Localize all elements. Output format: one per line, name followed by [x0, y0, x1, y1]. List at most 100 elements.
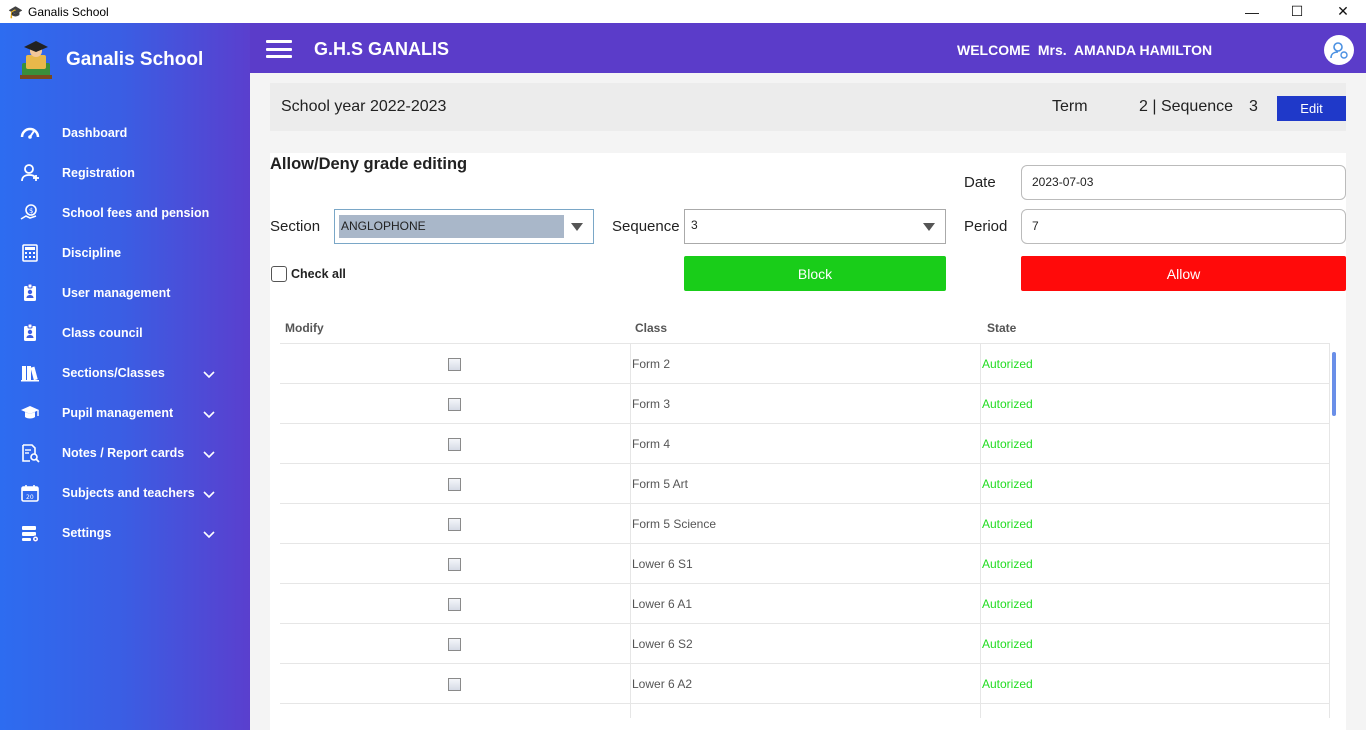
dropdown-arrow-icon: [923, 223, 935, 231]
sidebar-item-notes-report-cards[interactable]: Notes / Report cards: [0, 433, 250, 473]
row-checkbox[interactable]: [448, 678, 461, 691]
table-scrollbar[interactable]: [1332, 352, 1336, 416]
sidebar: Ganalis School Dashboard Registration $ …: [0, 23, 250, 730]
minimize-button[interactable]: —: [1229, 0, 1275, 23]
money-hand-icon: $: [20, 203, 40, 223]
window-title: Ganalis School: [28, 4, 109, 19]
allow-button[interactable]: Allow: [1021, 256, 1346, 291]
close-button[interactable]: ✕: [1320, 0, 1366, 23]
table-row: Lower 6 S2 Autorized: [280, 623, 1330, 664]
state-text: Autorized: [982, 517, 1033, 531]
table-row: Form 5 Science Autorized: [280, 503, 1330, 544]
topbar: G.H.S GANALIS WELCOME Mrs. AMANDA HAMILT…: [250, 23, 1366, 73]
period-label: Period: [964, 218, 1008, 235]
report-search-icon: [20, 443, 40, 463]
class-name: Form 5 Science: [632, 517, 717, 531]
section-selected-value: ANGLOPHONE: [339, 215, 564, 238]
class-name: Lower 6 A2: [632, 677, 693, 691]
sidebar-item-label: Discipline: [62, 246, 122, 260]
user-avatar-icon[interactable]: [1324, 35, 1354, 65]
sidebar-item-sections-classes[interactable]: Sections/Classes: [0, 353, 250, 393]
class-name: Lower 6 S2: [632, 637, 693, 651]
sidebar-item-label: Subjects and teachers: [62, 486, 195, 500]
table-row: Lower 6 S1 Autorized: [280, 543, 1330, 584]
graduation-cap-icon: [20, 403, 40, 423]
date-field[interactable]: 2023-07-03: [1021, 165, 1346, 200]
classes-table: Form 2 Autorized Form 3 Autorized Form 4…: [280, 343, 1330, 718]
column-header-modify[interactable]: Modify: [285, 321, 324, 335]
sequence-select[interactable]: 3: [684, 209, 946, 244]
sequence-label: Sequence: [612, 218, 680, 235]
books-icon: [20, 363, 40, 383]
state-text: Autorized: [982, 637, 1033, 651]
sidebar-item-label: Pupil management: [62, 406, 174, 420]
class-name: Form 3: [632, 397, 671, 411]
state-text: Autorized: [982, 677, 1033, 691]
table-row-partial: [280, 703, 1330, 718]
row-checkbox[interactable]: [448, 438, 461, 451]
period-field[interactable]: 7: [1021, 209, 1346, 244]
table-row: Form 4 Autorized: [280, 423, 1330, 464]
chevron-down-icon[interactable]: [202, 447, 216, 461]
row-checkbox[interactable]: [448, 478, 461, 491]
brand[interactable]: Ganalis School: [18, 39, 203, 81]
column-header-class[interactable]: Class: [635, 321, 667, 335]
table-row: Form 3 Autorized: [280, 383, 1330, 424]
sidebar-item-pupil-management[interactable]: Pupil management: [0, 393, 250, 433]
badge-icon: [20, 323, 40, 343]
row-checkbox[interactable]: [448, 518, 461, 531]
sidebar-item-label: Sections/Classes: [62, 366, 165, 380]
sidebar-item-label: Settings: [62, 526, 112, 540]
app-logo-icon: 🎓: [8, 4, 23, 19]
sidebar-item-label: School fees and pension: [62, 206, 210, 220]
checkbox-box[interactable]: [271, 266, 287, 282]
welcome-text: WELCOME Mrs. AMANDA HAMILTON: [957, 42, 1213, 58]
school-logo-icon: [20, 41, 52, 79]
sidebar-item-label: User management: [62, 286, 171, 300]
badge-icon: [20, 283, 40, 303]
hamburger-menu-icon[interactable]: [266, 40, 292, 58]
school-year-text: School year 2022-2023: [281, 98, 447, 115]
maximize-button[interactable]: ☐: [1274, 0, 1320, 23]
sidebar-item-discipline[interactable]: Discipline: [0, 233, 250, 273]
sidebar-item-user-management[interactable]: User management: [0, 273, 250, 313]
row-checkbox[interactable]: [448, 598, 461, 611]
table-row: Form 5 Art Autorized: [280, 463, 1330, 504]
class-name: Form 2: [632, 357, 671, 371]
term-label: Term: [1052, 98, 1088, 115]
chevron-down-icon[interactable]: [202, 527, 216, 541]
check-all-label: Check all: [291, 267, 346, 281]
sidebar-item-dashboard[interactable]: Dashboard: [0, 113, 250, 153]
state-text: Autorized: [982, 437, 1033, 451]
chevron-down-icon[interactable]: [202, 367, 216, 381]
sidebar-item-label: Dashboard: [62, 126, 128, 140]
table-row: Lower 6 A2 Autorized: [280, 663, 1330, 704]
check-all-checkbox[interactable]: Check all: [271, 266, 346, 282]
table-row: Form 2 Autorized: [280, 343, 1330, 384]
chevron-down-icon[interactable]: [202, 407, 216, 421]
state-text: Autorized: [982, 557, 1033, 571]
settings-server-icon: [20, 523, 40, 543]
row-checkbox[interactable]: [448, 398, 461, 411]
sidebar-item-label: Notes / Report cards: [62, 446, 185, 460]
row-checkbox[interactable]: [448, 358, 461, 371]
state-text: Autorized: [982, 477, 1033, 491]
block-button[interactable]: Block: [684, 256, 946, 291]
row-checkbox[interactable]: [448, 638, 461, 651]
calculator-icon: [20, 243, 40, 263]
sidebar-item-subjects-teachers[interactable]: 20 Subjects and teachers: [0, 473, 250, 513]
sidebar-item-registration[interactable]: Registration: [0, 153, 250, 193]
panel-title: Allow/Deny grade editing: [270, 155, 468, 173]
column-header-state[interactable]: State: [987, 321, 1016, 335]
chevron-down-icon[interactable]: [202, 487, 216, 501]
edit-button[interactable]: Edit: [1277, 96, 1346, 121]
sidebar-item-class-council[interactable]: Class council: [0, 313, 250, 353]
sidebar-item-school-fees[interactable]: $ School fees and pension: [0, 193, 250, 233]
section-select[interactable]: ANGLOPHONE: [334, 209, 594, 244]
period-value: 7: [1032, 219, 1039, 233]
sidebar-item-settings[interactable]: Settings: [0, 513, 250, 553]
sequence-value: 3: [1249, 98, 1258, 115]
row-checkbox[interactable]: [448, 558, 461, 571]
sidebar-nav: Dashboard Registration $ School fees and…: [0, 113, 250, 553]
sidebar-item-label: Class council: [62, 326, 143, 340]
